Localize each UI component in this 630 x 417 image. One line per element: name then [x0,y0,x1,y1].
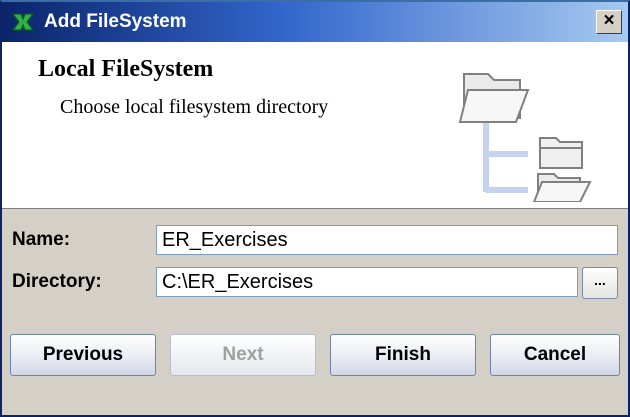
folder-tree-icon [458,73,592,202]
directory-label: Directory: [12,271,102,292]
form-area: Name: ER_Exercises Directory: C:\ER_Exer… [2,209,628,415]
finish-button[interactable]: Finish [330,334,476,376]
previous-button[interactable]: Previous [10,334,156,376]
browse-button[interactable]: ... [582,267,618,299]
name-input[interactable]: ER_Exercises [156,225,618,255]
app-icon [11,13,35,31]
close-icon: × [603,10,615,31]
header-subtitle: Choose local filesystem directory [60,96,329,118]
next-button[interactable]: Next [170,334,316,376]
close-button[interactable]: × [596,10,622,34]
directory-input[interactable]: C:\ER_Exercises [156,267,578,297]
cancel-button[interactable]: Cancel [490,334,620,376]
title-bar[interactable]: Add FileSystem × [2,2,628,42]
window-title: Add FileSystem [44,11,187,32]
name-label: Name: [12,229,71,250]
add-filesystem-dialog: Add FileSystem × Local FileSystem Choose… [0,0,630,417]
header-title: Local FileSystem [38,56,214,82]
